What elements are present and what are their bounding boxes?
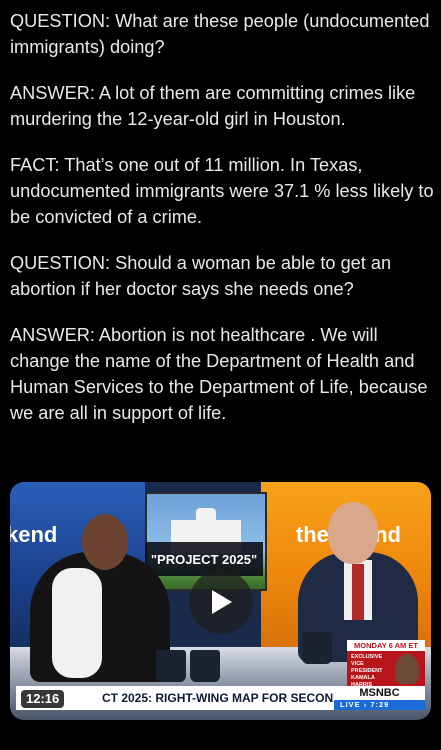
post-paragraph: QUESTION: What are these people (undocum…: [10, 11, 430, 57]
host-head: [82, 514, 128, 570]
host-shirt: [52, 568, 102, 678]
promo-time: MONDAY 6 AM ET: [347, 640, 425, 651]
guest-tie: [352, 564, 364, 620]
video-duration: 12:16: [21, 690, 65, 708]
live-indicator: LIVE › 7:29: [334, 700, 425, 710]
wall-left-text: kend: [10, 522, 58, 547]
post-paragraph: ANSWER: A lot of them are committing cri…: [10, 83, 416, 129]
mug: [156, 650, 186, 682]
play-button[interactable]: [189, 570, 253, 634]
mug: [302, 632, 332, 664]
video-player[interactable]: kend the W end "PROJECT 2025" MONDAY 6 A…: [10, 482, 431, 720]
post-paragraph: FACT: That’s one out of 11 million. In T…: [10, 155, 434, 227]
promo-portrait: [395, 654, 419, 684]
post-paragraph: ANSWER: Abortion is not healthcare . We …: [10, 325, 428, 423]
promo-box: MONDAY 6 AM ET EXCLUSIVE VICE PRESIDENT …: [347, 640, 425, 688]
post-text: QUESTION: What are these people (undocum…: [10, 8, 435, 446]
play-icon: [212, 590, 232, 614]
promo-text: EXCLUSIVE VICE PRESIDENT KAMALA HARRIS: [351, 654, 391, 689]
promo-line: VICE PRESIDENT: [351, 661, 383, 674]
network-logo: MSNBC: [334, 686, 425, 700]
promo-line: EXCLUSIVE: [351, 654, 383, 660]
guest-head: [328, 502, 378, 564]
post-paragraph: QUESTION: Should a woman be able to get …: [10, 253, 392, 299]
promo-line: KAMALA: [351, 675, 375, 681]
project-2025-banner: "PROJECT 2025": [145, 542, 263, 576]
mug: [190, 650, 220, 682]
